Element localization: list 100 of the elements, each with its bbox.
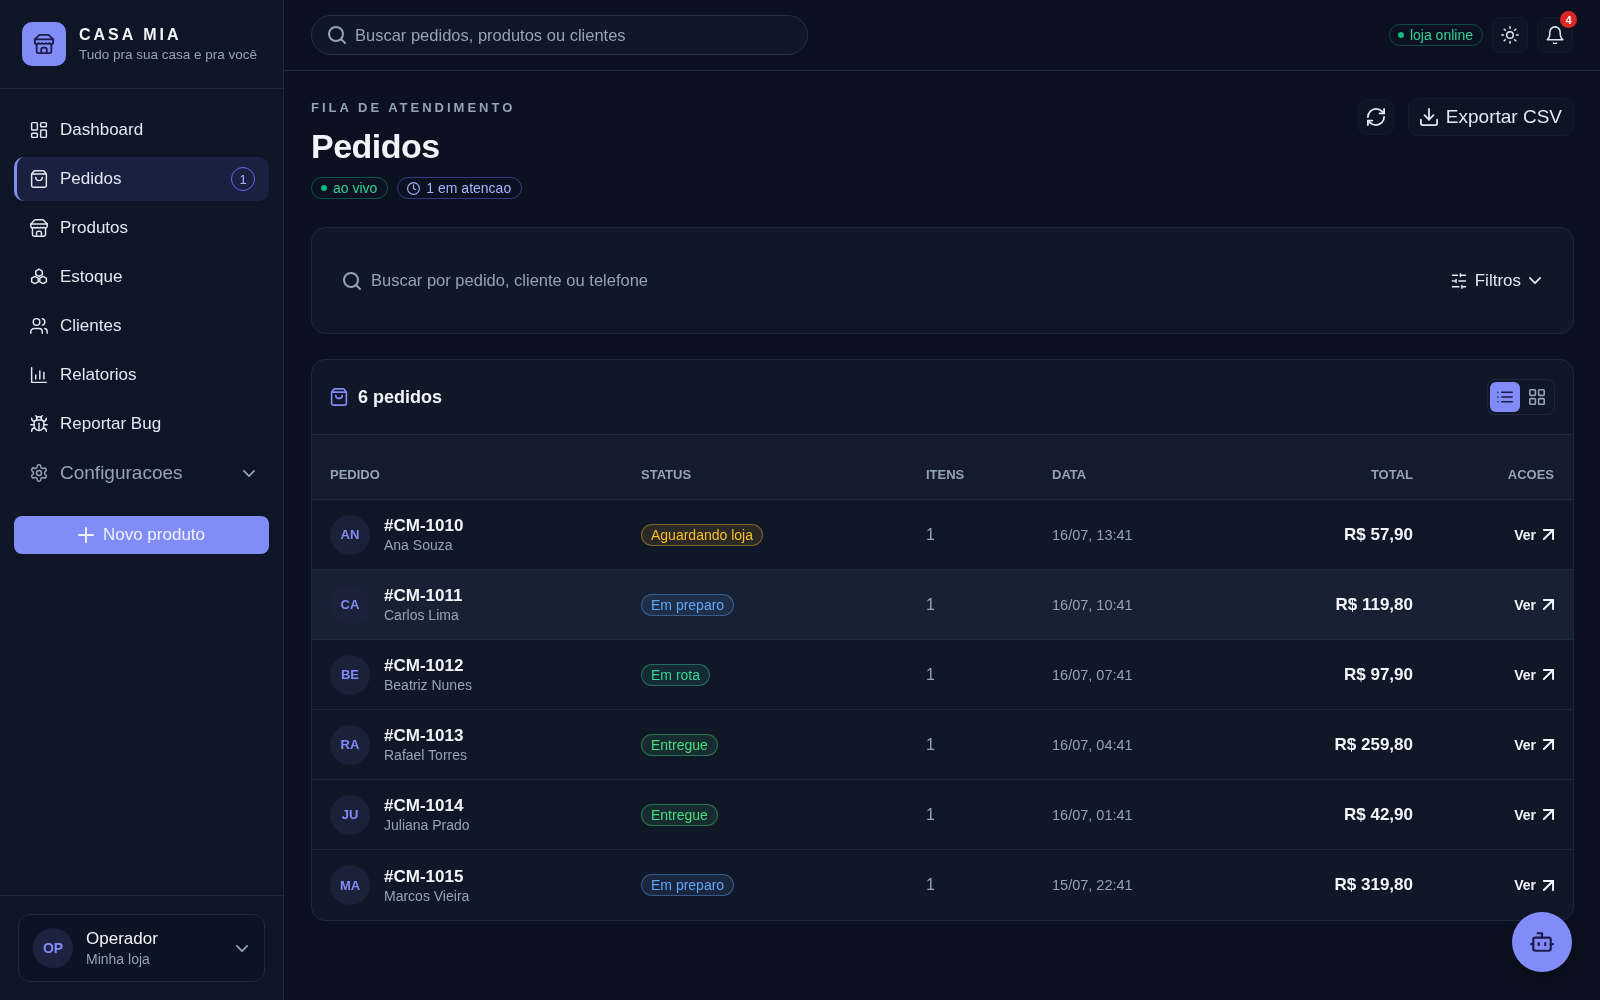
table-row[interactable]: JU #CM-1014 Juliana Prado Entregue 1 16/07, 01:41 R$ 42,90 Ver: [312, 780, 1573, 850]
boxes-icon: [30, 268, 48, 286]
bar-chart-icon: [30, 366, 48, 384]
order-date: 15/07, 22:41: [1052, 877, 1133, 893]
view-order-link[interactable]: Ver: [1514, 877, 1554, 893]
users-icon: [30, 317, 48, 335]
order-status: Em rota: [641, 663, 710, 686]
table-row[interactable]: CA #CM-1011 Carlos Lima Em preparo 1 16/07, 10:41 R$ 119,80 Ver: [312, 570, 1573, 640]
order-number: #CM-1012: [384, 656, 465, 676]
storefront-icon: [30, 219, 48, 237]
list-view-button[interactable]: [1490, 382, 1520, 412]
order-status: Aguardando loja: [641, 523, 763, 546]
user-avatar: OP: [33, 928, 73, 968]
list-icon: [1497, 389, 1513, 405]
nav-item[interactable]: Reportar Bug: [14, 402, 269, 446]
order-search-field[interactable]: Buscar por pedido, cliente ou telefone: [371, 265, 1441, 296]
table-row[interactable]: RA #CM-1013 Rafael Torres Entregue 1 16/07, 04:41 R$ 259,80 Ver: [312, 710, 1573, 780]
store-name: Minha loja: [86, 951, 151, 967]
customer-avatar: CA: [330, 584, 370, 625]
user-name: Operador: [86, 929, 158, 949]
filters-button[interactable]: Filtros: [1450, 270, 1541, 291]
notification-count: 4: [1560, 11, 1577, 28]
orders-count: 6 pedidos: [358, 386, 442, 408]
brand-name: CASA MIA: [79, 26, 183, 44]
order-status: Entregue: [641, 733, 718, 756]
order-total: R$ 119,80: [1335, 594, 1413, 615]
status-dot-icon: [1397, 32, 1404, 38]
customer-avatar: BE: [330, 654, 370, 695]
column-header: TOTAL: [1370, 467, 1413, 482]
customer-avatar: AN: [330, 514, 370, 555]
order-status: Em preparo: [641, 874, 735, 896]
order-date: 16/07, 04:41: [1052, 736, 1133, 753]
clock-icon: [407, 181, 421, 195]
global-search-field[interactable]: Buscar pedidos, produtos ou clientes: [311, 15, 808, 55]
view-order-link[interactable]: Ver: [1514, 806, 1554, 823]
item-count: 1: [926, 735, 935, 754]
shopping-bag-icon: [30, 170, 48, 188]
order-status: Entregue: [641, 803, 718, 826]
nav-item[interactable]: Dashboard: [14, 108, 269, 152]
order-number: #CM-1013: [384, 726, 465, 746]
nav-item[interactable]: Pedidos 1: [14, 157, 269, 201]
customer-name: Rafael Torres: [384, 747, 467, 763]
item-count: 1: [926, 665, 935, 684]
order-date: 16/07, 01:41: [1052, 806, 1133, 823]
arrow-up-right-icon: [1543, 599, 1554, 610]
customer-avatar: MA: [330, 865, 370, 905]
nav-item[interactable]: Configuracoes: [14, 451, 269, 495]
column-header: STATUS: [641, 467, 693, 482]
view-order-link[interactable]: Ver: [1514, 736, 1554, 753]
customer-avatar: RA: [330, 724, 370, 765]
attention-label: 1 em atencao: [426, 180, 512, 196]
bug-icon: [30, 415, 48, 433]
view-order-link[interactable]: Ver: [1514, 666, 1554, 683]
nav-item[interactable]: Estoque: [14, 255, 269, 299]
order-date: 16/07, 10:41: [1052, 596, 1133, 613]
shopping-bag-icon: [330, 388, 348, 406]
order-date: 16/07, 07:41: [1052, 666, 1133, 683]
nav-item[interactable]: Relatorios: [14, 353, 269, 397]
chevron-down-icon: [1529, 277, 1541, 284]
refresh-icon: [1366, 108, 1385, 126]
order-total: R$ 57,90: [1344, 524, 1413, 545]
order-total: R$ 97,90: [1344, 664, 1413, 685]
live-dot-icon: [321, 185, 327, 191]
order-date: 16/07, 13:41: [1052, 526, 1133, 543]
order-status: Em preparo: [641, 593, 735, 616]
column-header: DATA: [1052, 467, 1088, 482]
download-icon: [1419, 108, 1438, 126]
sun-icon: [1501, 26, 1519, 44]
refresh-button[interactable]: [1357, 99, 1394, 135]
column-header: ACOES: [1507, 467, 1554, 482]
user-menu[interactable]: OP Operador Minha loja: [18, 914, 265, 982]
search-icon: [328, 26, 346, 44]
robot-icon: [1530, 932, 1554, 952]
arrow-up-right-icon: [1543, 669, 1554, 680]
search-icon: [343, 271, 361, 290]
store-status-text: loja online: [1409, 27, 1473, 43]
nav-item[interactable]: Produtos: [14, 206, 269, 250]
customer-name: Ana Souza: [384, 537, 454, 553]
sliders-icon: [1450, 272, 1467, 289]
table-row[interactable]: MA #CM-1015 Marcos Vieira Em preparo 1 15/07, 22:41 R$ 319,80 Ver: [312, 850, 1573, 920]
view-order-link[interactable]: Ver: [1514, 596, 1554, 613]
export-csv-button[interactable]: Exportar CSV: [1407, 98, 1574, 136]
assistant-button[interactable]: [1512, 912, 1572, 972]
plus-icon: [77, 527, 94, 543]
item-count: 1: [926, 525, 935, 544]
order-number: #CM-1010: [384, 516, 464, 536]
section-eyebrow: FILA DE ATENDIMENTO: [311, 100, 516, 116]
settings-icon: [30, 464, 48, 482]
bell-icon: [1546, 26, 1564, 44]
arrow-up-right-icon: [1543, 739, 1554, 750]
order-total: R$ 259,80: [1334, 734, 1413, 755]
dashboard-grid-icon: [30, 121, 48, 139]
view-order-link[interactable]: Ver: [1514, 526, 1554, 543]
customer-avatar: JU: [330, 794, 370, 835]
live-label: ao vivo: [333, 180, 378, 196]
theme-toggle-button[interactable]: [1492, 17, 1528, 53]
item-count: 1: [926, 805, 935, 824]
nav-item[interactable]: Clientes: [14, 304, 269, 348]
table-row[interactable]: BE #CM-1012 Beatriz Nunes Em rota 1 16/07, 07:41 R$ 97,90 Ver: [312, 640, 1573, 710]
storefront-logo-icon: [22, 22, 66, 66]
